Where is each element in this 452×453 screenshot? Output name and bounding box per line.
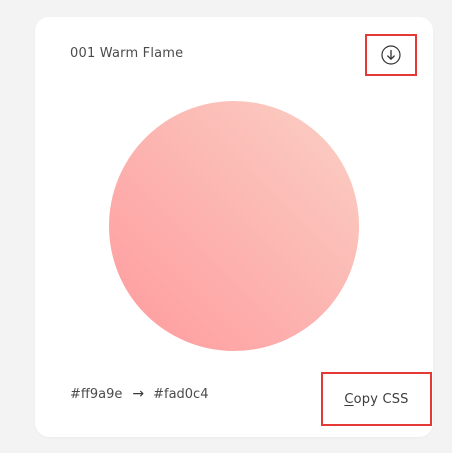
gradient-color-stops: #ff9a9e → #fad0c4 [70,386,208,402]
arrow-right-icon: → [132,386,145,402]
start-color-label: #ff9a9e [70,386,123,402]
download-circle-icon [381,45,401,65]
gradient-title: 001 Warm Flame [70,46,184,61]
copy-css-button[interactable]: Copy CSS [321,372,432,426]
gradient-swatch [109,101,359,351]
copy-css-label: Copy CSS [344,391,409,407]
download-button[interactable] [365,34,417,76]
gradient-card: 001 Warm Flame #ff9a9e → #fad0c4 Copy CS… [35,17,433,437]
end-color-label: #fad0c4 [153,386,209,402]
